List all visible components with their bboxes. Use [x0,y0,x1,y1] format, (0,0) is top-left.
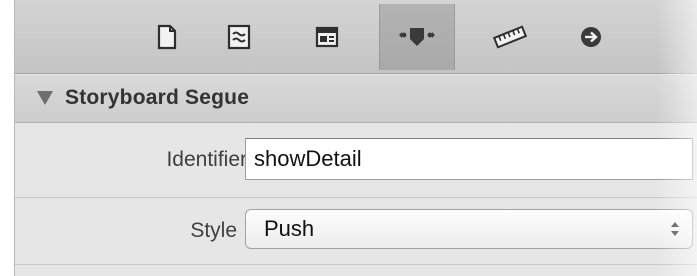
style-popup-button[interactable]: Push [245,209,693,249]
tab-file-inspector[interactable] [139,4,195,70]
inspector-panel: Storyboard Segue Identifier showDetail S… [14,0,697,276]
style-value: Push [264,216,315,241]
identifier-value: showDetail [254,146,362,171]
attributes-inspector-icon [399,28,435,46]
tab-identity-inspector[interactable] [299,4,355,70]
up-down-arrows-icon [671,222,679,236]
tab-quick-help[interactable] [211,4,267,70]
disclosure-triangle-icon[interactable] [37,91,53,105]
row-divider-bottom [15,264,697,265]
style-label: Style [190,219,237,242]
tab-connections-inspector[interactable] [563,4,619,70]
storyboard-segue-section-header[interactable]: Storyboard Segue [15,75,697,123]
identity-inspector-icon [315,26,339,48]
tab-size-inspector[interactable] [475,4,545,70]
section-title: Storyboard Segue [65,86,250,109]
tab-attributes-inspector[interactable] [379,4,455,70]
identifier-field[interactable]: showDetail [245,138,693,180]
inspector-toolbar [15,0,697,74]
row-divider [15,197,697,198]
file-inspector-icon [157,24,177,50]
size-inspector-icon [492,25,528,49]
connections-inspector-icon [581,27,601,47]
quick-help-icon [227,24,251,50]
identifier-label: Identifier [166,148,247,171]
